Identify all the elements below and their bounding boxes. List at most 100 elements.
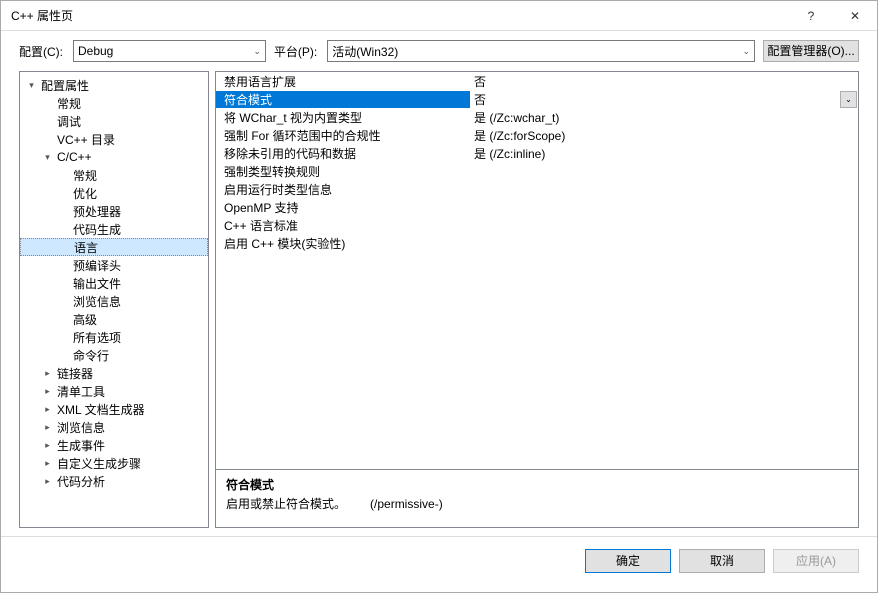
triangle-down-icon[interactable]: ▾ — [26, 80, 37, 91]
tree-item-label: VC++ 目录 — [55, 131, 117, 148]
tree-item[interactable]: 常规 — [20, 166, 208, 184]
expander-placeholder — [58, 332, 69, 343]
main: ▾配置属性常规调试VC++ 目录▾C/C++常规优化预处理器代码生成语言预编译头… — [1, 71, 877, 536]
tree-item-label: 所有选项 — [71, 329, 123, 346]
grid-key: 将 WChar_t 视为内置类型 — [216, 109, 470, 126]
grid-value[interactable]: 否⌄ — [470, 91, 858, 108]
chevron-down-icon: ⌄ — [743, 46, 751, 57]
grid-row[interactable]: 符合模式否⌄ — [216, 90, 858, 108]
tree-item[interactable]: 预编译头 — [20, 256, 208, 274]
tree-item[interactable]: 代码生成 — [20, 220, 208, 238]
triangle-right-icon[interactable]: ▸ — [42, 368, 53, 379]
tree-item[interactable]: 调试 — [20, 112, 208, 130]
grid-key: 移除未引用的代码和数据 — [216, 145, 470, 162]
grid-value[interactable]: 是 (/Zc:wchar_t) — [470, 109, 858, 126]
expander-placeholder — [59, 242, 70, 253]
tree-item[interactable]: ▾C/C++ — [20, 148, 208, 166]
tree-item[interactable]: ▸浏览信息 — [20, 418, 208, 436]
chevron-down-icon[interactable]: ⌄ — [840, 91, 857, 108]
tree-item-label: 输出文件 — [71, 275, 123, 292]
tree-item-label: 配置属性 — [39, 77, 91, 94]
tree-item-label: 链接器 — [55, 365, 95, 382]
tree-item-label: 常规 — [71, 167, 99, 184]
ok-button[interactable]: 确定 — [585, 549, 671, 573]
grid-key: C++ 语言标准 — [216, 217, 470, 234]
tree-item[interactable]: 命令行 — [20, 346, 208, 364]
triangle-right-icon[interactable]: ▸ — [42, 422, 53, 433]
grid-row[interactable]: C++ 语言标准 — [216, 216, 858, 234]
expander-placeholder — [58, 224, 69, 235]
grid-value[interactable]: 是 (/Zc:forScope) — [470, 127, 858, 144]
grid-row[interactable]: 移除未引用的代码和数据是 (/Zc:inline) — [216, 144, 858, 162]
triangle-right-icon[interactable]: ▸ — [42, 458, 53, 469]
tree-item[interactable]: ▸生成事件 — [20, 436, 208, 454]
expander-placeholder — [58, 188, 69, 199]
apply-button: 应用(A) — [773, 549, 859, 573]
close-button[interactable]: ✕ — [833, 1, 877, 31]
expander-placeholder — [58, 278, 69, 289]
tree-item[interactable]: ▾配置属性 — [20, 76, 208, 94]
triangle-right-icon[interactable]: ▸ — [42, 476, 53, 487]
triangle-right-icon[interactable]: ▸ — [42, 404, 53, 415]
tree-item[interactable]: 浏览信息 — [20, 292, 208, 310]
expander-placeholder — [42, 98, 53, 109]
tree-item[interactable]: VC++ 目录 — [20, 130, 208, 148]
platform-select[interactable]: 活动(Win32) ⌄ — [327, 40, 755, 62]
property-grid[interactable]: 禁用语言扩展否符合模式否⌄将 WChar_t 视为内置类型是 (/Zc:wcha… — [215, 71, 859, 470]
tree-item[interactable]: 预处理器 — [20, 202, 208, 220]
config-select[interactable]: Debug ⌄ — [73, 40, 266, 62]
tree-item-label: 常规 — [55, 95, 83, 112]
tree[interactable]: ▾配置属性常规调试VC++ 目录▾C/C++常规优化预处理器代码生成语言预编译头… — [19, 71, 209, 528]
close-icon: ✕ — [850, 9, 860, 23]
tree-item-label: 自定义生成步骤 — [55, 455, 143, 472]
grid-key: OpenMP 支持 — [216, 199, 470, 216]
tree-item[interactable]: ▸代码分析 — [20, 472, 208, 490]
tree-item-label: 浏览信息 — [55, 419, 107, 436]
grid-row[interactable]: 强制类型转换规则 — [216, 162, 858, 180]
toolbar: 配置(C): Debug ⌄ 平台(P): 活动(Win32) ⌄ 配置管理器(… — [1, 31, 877, 71]
grid-key: 禁用语言扩展 — [216, 73, 470, 90]
tree-item[interactable]: 输出文件 — [20, 274, 208, 292]
tree-item[interactable]: 所有选项 — [20, 328, 208, 346]
tree-item-label: 代码分析 — [55, 473, 107, 490]
triangle-right-icon[interactable]: ▸ — [42, 386, 53, 397]
grid-key: 启用运行时类型信息 — [216, 181, 470, 198]
tree-item[interactable]: ▸自定义生成步骤 — [20, 454, 208, 472]
expander-placeholder — [58, 260, 69, 271]
triangle-right-icon[interactable]: ▸ — [42, 440, 53, 451]
grid-row[interactable]: 将 WChar_t 视为内置类型是 (/Zc:wchar_t) — [216, 108, 858, 126]
expander-placeholder — [58, 296, 69, 307]
tree-item-label: XML 文档生成器 — [55, 401, 147, 418]
desc-title: 符合模式 — [226, 476, 848, 493]
expander-placeholder — [58, 350, 69, 361]
grid-row[interactable]: 启用运行时类型信息 — [216, 180, 858, 198]
grid-row[interactable]: 强制 For 循环范围中的合规性是 (/Zc:forScope) — [216, 126, 858, 144]
tree-item[interactable]: ▸链接器 — [20, 364, 208, 382]
tree-item-label: 优化 — [71, 185, 99, 202]
tree-item-label: 预处理器 — [71, 203, 123, 220]
tree-item-label: 生成事件 — [55, 437, 107, 454]
tree-item[interactable]: 优化 — [20, 184, 208, 202]
grid-row[interactable]: OpenMP 支持 — [216, 198, 858, 216]
tree-item-label: 高级 — [71, 311, 99, 328]
config-manager-button[interactable]: 配置管理器(O)... — [763, 40, 859, 62]
grid-value[interactable]: 是 (/Zc:inline) — [470, 145, 858, 162]
help-button[interactable]: ? — [789, 1, 833, 31]
tree-item[interactable]: ▸清单工具 — [20, 382, 208, 400]
window-title: C++ 属性页 — [11, 7, 789, 24]
tree-item-label: 浏览信息 — [71, 293, 123, 310]
grid-row[interactable]: 启用 C++ 模块(实验性) — [216, 234, 858, 252]
expander-placeholder — [58, 206, 69, 217]
tree-item[interactable]: 语言 — [20, 238, 208, 256]
triangle-down-icon[interactable]: ▾ — [42, 152, 53, 163]
config-label: 配置(C): — [19, 43, 63, 60]
tree-item-label: 调试 — [55, 113, 83, 130]
tree-item[interactable]: 常规 — [20, 94, 208, 112]
grid-value[interactable]: 否 — [470, 73, 858, 90]
grid-row[interactable]: 禁用语言扩展否 — [216, 72, 858, 90]
desc-text: 启用或禁止符合模式。(/permissive-) — [226, 495, 848, 512]
cancel-button[interactable]: 取消 — [679, 549, 765, 573]
tree-item[interactable]: 高级 — [20, 310, 208, 328]
tree-item[interactable]: ▸XML 文档生成器 — [20, 400, 208, 418]
grid-key: 强制 For 循环范围中的合规性 — [216, 127, 470, 144]
